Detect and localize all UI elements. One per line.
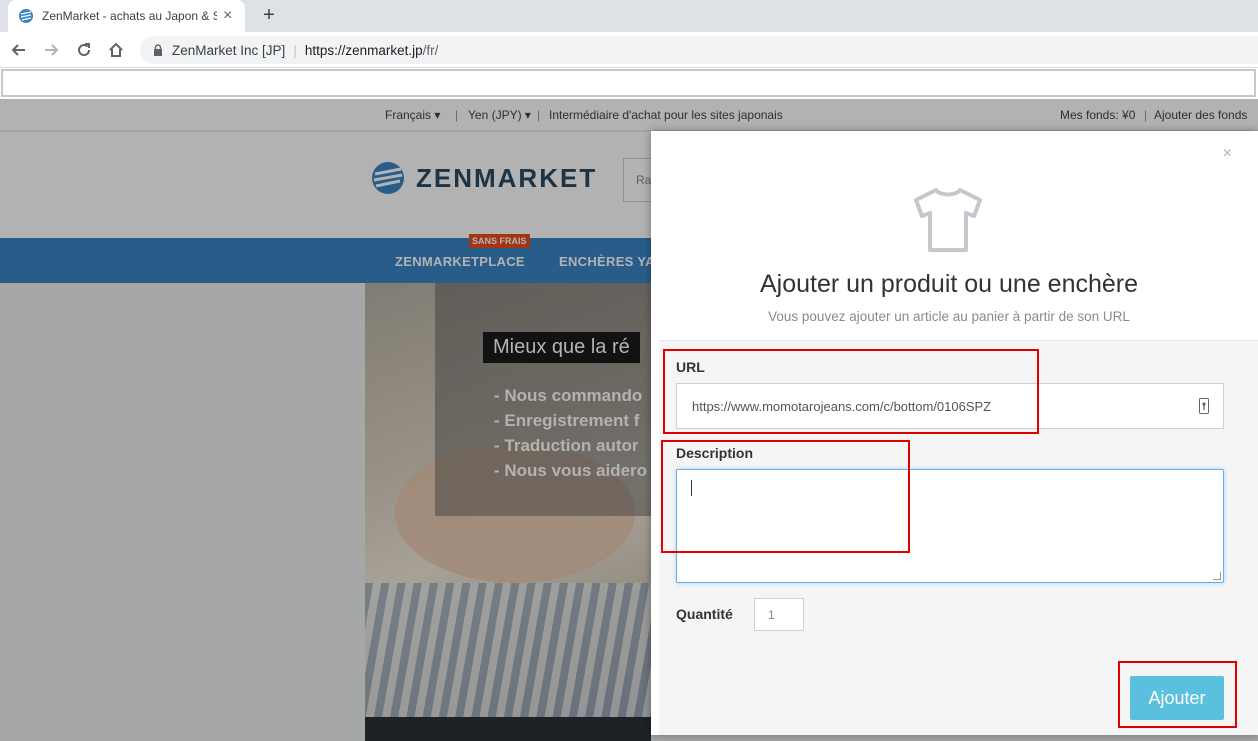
add-button[interactable]: Ajouter — [1130, 676, 1224, 720]
back-icon[interactable] — [8, 39, 30, 61]
zenmarket-favicon-icon — [19, 9, 33, 23]
close-icon[interactable]: × — [1223, 145, 1232, 163]
text-caret — [691, 480, 692, 496]
modal-header: × Ajouter un produit ou une enchère Vous… — [651, 131, 1258, 339]
forward-icon[interactable] — [40, 39, 62, 61]
home-icon[interactable] — [105, 39, 127, 61]
quantity-label: Quantité — [676, 606, 733, 622]
address-bar[interactable]: ZenMarket Inc [JP] | https://zenmarket.j… — [140, 36, 1258, 64]
omnibox-separator: | — [293, 42, 297, 58]
url-label: URL — [676, 359, 705, 375]
tab-title: ZenMarket - achats au Japon & S — [42, 9, 217, 23]
tab-close-icon[interactable]: × — [223, 8, 232, 24]
add-product-modal: × Ajouter un produit ou une enchère Vous… — [651, 131, 1258, 735]
modal-form: URL https://www.momotarojeans.com/c/bott… — [659, 340, 1258, 735]
lock-icon — [154, 44, 162, 56]
description-textarea[interactable] — [676, 469, 1224, 583]
quantity-input[interactable]: 1 — [754, 598, 804, 631]
bookmarks-bar — [0, 68, 1258, 99]
tshirt-icon — [914, 188, 982, 252]
description-label: Description — [676, 445, 754, 461]
browser-tab-strip: ZenMarket - achats au Japon & S × + — [0, 0, 1258, 32]
url-input[interactable]: https://www.momotarojeans.com/c/bottom/0… — [676, 383, 1224, 429]
url-host: https://zenmarket.jp — [304, 42, 423, 58]
password-manager-icon[interactable] — [1199, 398, 1209, 414]
url-input-value: https://www.momotarojeans.com/c/bottom/0… — [692, 399, 992, 414]
site-identity: ZenMarket Inc [JP] — [172, 42, 286, 58]
modal-subtitle: Vous pouvez ajouter un article au panier… — [768, 309, 1130, 324]
resize-handle-icon[interactable] — [1213, 572, 1221, 580]
reload-icon[interactable] — [73, 39, 95, 61]
bookmarks-frame — [1, 69, 1256, 97]
browser-tab[interactable]: ZenMarket - achats au Japon & S × — [8, 0, 245, 32]
modal-title: Ajouter un produit ou une enchère — [759, 270, 1139, 298]
browser-toolbar: ZenMarket Inc [JP] | https://zenmarket.j… — [0, 32, 1258, 68]
new-tab-icon[interactable]: + — [258, 4, 280, 26]
url-path: /fr/ — [422, 42, 439, 58]
